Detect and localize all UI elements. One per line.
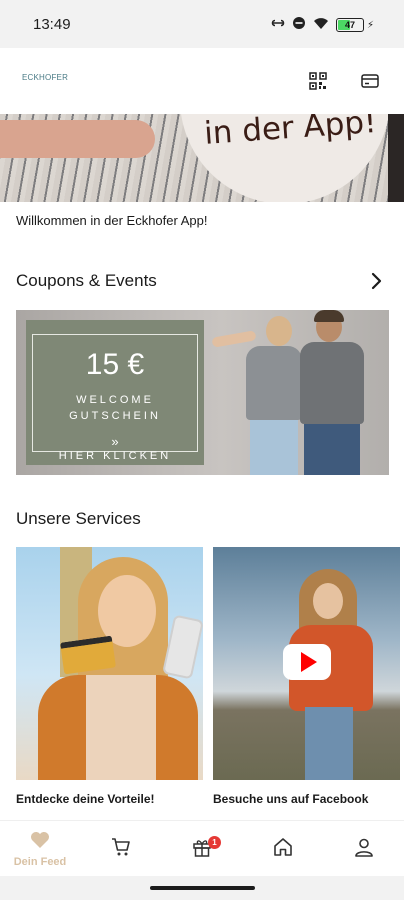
profile-icon bbox=[353, 836, 375, 863]
nav-item-home[interactable] bbox=[243, 821, 323, 877]
woman-figure-head bbox=[266, 316, 292, 346]
man-figure-body bbox=[300, 342, 364, 424]
coupon-panel: 15 € WELCOME GUTSCHEIN » HIER KLICKEN bbox=[26, 320, 204, 465]
service-label-facebook[interactable]: Besuche uns auf Facebook bbox=[213, 792, 368, 806]
nav-item-profile[interactable] bbox=[324, 821, 404, 877]
play-icon[interactable] bbox=[283, 644, 331, 680]
woman-figure-legs bbox=[250, 420, 298, 475]
bottom-navigation: Dein Feed 1 bbox=[0, 820, 404, 876]
coupons-section-title[interactable]: Coupons & Events bbox=[16, 271, 157, 291]
man-figure-legs bbox=[304, 424, 360, 475]
service-label-benefits[interactable]: Entdecke deine Vorteile! bbox=[16, 792, 155, 806]
cart-icon bbox=[110, 836, 132, 863]
woman-figure-body bbox=[246, 346, 302, 420]
coupon-line-welcome: WELCOME bbox=[76, 394, 154, 406]
gesture-bar bbox=[0, 876, 404, 900]
wifi-icon bbox=[313, 16, 329, 35]
double-chevron-icon: » bbox=[111, 434, 119, 449]
nav-label-feed: Dein Feed bbox=[13, 855, 67, 868]
status-bar: 13:49 47 ⚡ bbox=[0, 0, 404, 48]
heart-icon bbox=[30, 831, 50, 854]
qr-code-icon[interactable] bbox=[307, 70, 329, 92]
service-card-facebook[interactable] bbox=[213, 547, 400, 780]
chevron-right-icon[interactable] bbox=[368, 271, 386, 291]
home-icon bbox=[272, 836, 294, 863]
dnd-icon bbox=[292, 16, 306, 35]
coupon-line-voucher: GUTSCHEIN bbox=[69, 410, 161, 422]
coupon-amount: 15 € bbox=[85, 348, 145, 381]
gift-badge: 1 bbox=[208, 836, 221, 849]
welcome-text: Willkommen in der Eckhofer App! bbox=[16, 213, 208, 228]
man-figure-hair bbox=[314, 310, 344, 322]
battery-icon: 47 bbox=[335, 18, 364, 32]
battery-level: 47 bbox=[344, 20, 355, 30]
app-header: ECKHOFER bbox=[0, 48, 404, 114]
services-section-title: Unsere Services bbox=[16, 509, 141, 528]
hero-image-edge bbox=[388, 114, 404, 202]
link-icon bbox=[271, 16, 285, 35]
hero-banner[interactable]: in der App! bbox=[0, 114, 404, 202]
hero-image-arm bbox=[0, 120, 155, 158]
nav-item-gift[interactable]: 1 bbox=[162, 821, 242, 877]
charging-icon: ⚡ bbox=[366, 19, 374, 31]
status-time: 13:49 bbox=[33, 16, 71, 33]
woman-face bbox=[313, 583, 343, 619]
woman-jeans bbox=[305, 707, 353, 780]
coupon-cta[interactable]: HIER KLICKEN bbox=[26, 450, 204, 462]
service-card-benefits[interactable] bbox=[16, 547, 203, 780]
woman-top bbox=[86, 675, 156, 780]
status-icons: 47 ⚡ bbox=[271, 15, 374, 35]
home-indicator[interactable] bbox=[150, 886, 255, 890]
nav-item-cart[interactable] bbox=[81, 821, 161, 877]
phone-image bbox=[162, 614, 203, 680]
card-icon[interactable] bbox=[359, 70, 381, 92]
play-triangle bbox=[300, 652, 317, 672]
brand-logo[interactable]: ECKHOFER bbox=[22, 73, 68, 82]
coupon-banner[interactable]: 15 € WELCOME GUTSCHEIN » HIER KLICKEN bbox=[16, 310, 389, 475]
nav-item-feed[interactable]: Dein Feed bbox=[0, 821, 80, 877]
